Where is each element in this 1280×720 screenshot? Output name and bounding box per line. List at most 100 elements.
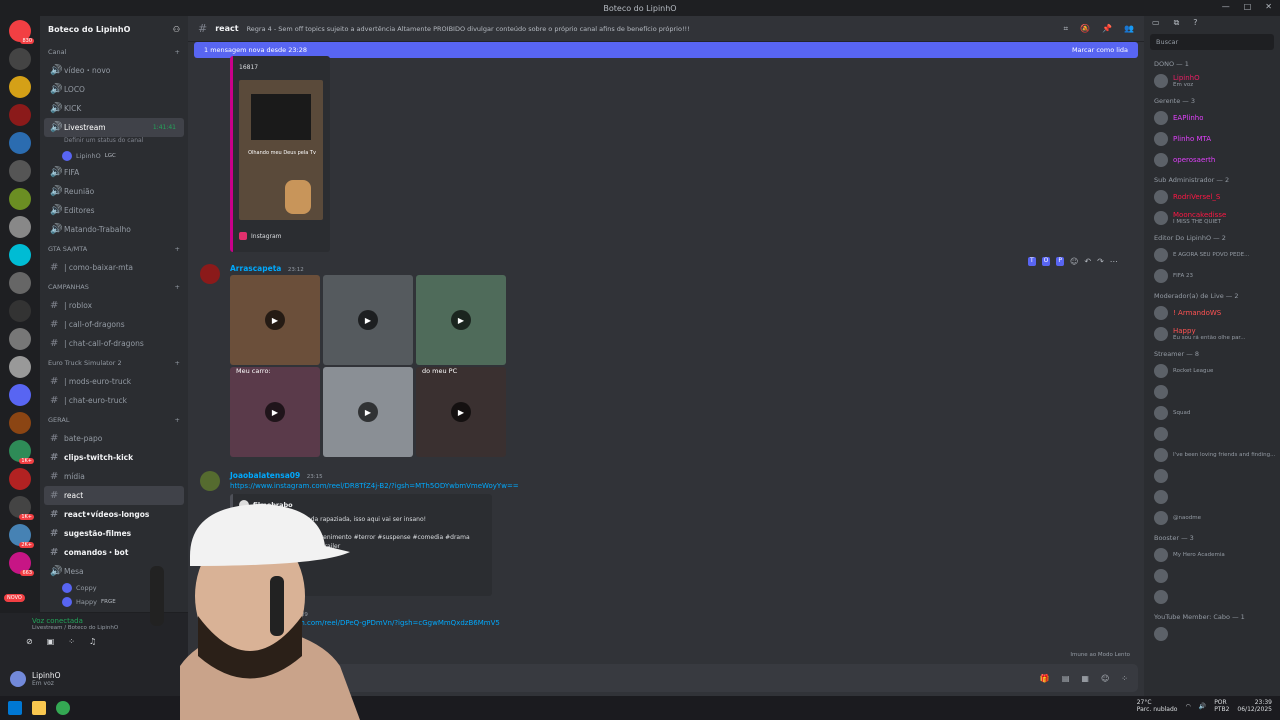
close-icon[interactable]: ✕ [1265,2,1272,11]
activities-icon[interactable]: ⁘ [68,637,75,646]
window-icon[interactable]: ⧉ [1174,18,1180,28]
server-icon[interactable]: 1K+ [9,440,34,464]
minimize-icon[interactable]: — [1222,2,1230,11]
channel-category[interactable]: GERAL + [40,410,188,429]
member-item[interactable]: LipinhO Em voz [1144,70,1280,91]
video-attachment[interactable]: ▶ [323,275,413,365]
members-icon[interactable]: 👥 [1124,24,1134,34]
play-icon[interactable]: ▶ [451,402,471,422]
voice-channel-item[interactable]: 🔊 Matando-Trabalho [40,220,188,239]
member-item[interactable]: My Hero Academia [1144,544,1280,565]
member-group-header[interactable]: DONO — 1 [1144,54,1280,70]
add-channel-icon[interactable]: + [175,245,180,253]
add-channel-icon[interactable]: + [175,359,180,367]
forward-icon[interactable]: ↷ [1097,257,1104,266]
search-input[interactable]: Buscar [1150,34,1274,50]
member-item[interactable]: Happy Eu sou rá então olhe par... [1144,323,1280,344]
embed-image[interactable]: Olhando meu Deus pela Tv [239,80,323,220]
avatar[interactable] [10,671,26,687]
member-item[interactable]: @naodme [1144,507,1280,528]
reply-icon[interactable]: ↶ [1084,257,1091,266]
pin-icon[interactable]: 📌 [1102,24,1112,34]
chrome-icon[interactable] [56,701,70,715]
member-group-header[interactable]: Gerente — 3 [1144,91,1280,107]
play-icon[interactable]: ▶ [358,310,378,330]
text-channel-item[interactable]: # | roblox [40,296,188,315]
text-channel-item[interactable]: # | mods-euro-truck [40,372,188,391]
member-group-header[interactable]: Editor Do LipinhO — 2 [1144,228,1280,244]
channel-category[interactable]: Euro Truck Simulator 2 + [40,353,188,372]
more-icon[interactable]: ⋯ [1110,257,1118,266]
camera-off-icon[interactable]: ⊘ [26,637,33,646]
text-channel-item[interactable]: # | como-baixar-mta [40,258,188,277]
server-icon[interactable] [9,272,31,294]
server-icon[interactable] [9,160,31,182]
notification-icon[interactable]: 🔕 [1080,24,1090,34]
member-group-header[interactable]: Booster — 3 [1144,528,1280,544]
voice-channel-item[interactable]: 🔊 KICK [40,99,188,118]
member-item[interactable] [1144,423,1280,444]
voice-user[interactable]: LipinhO LGC [40,149,188,163]
server-icon[interactable] [9,244,31,266]
member-item[interactable]: EAPlinho [1144,107,1280,128]
sticker-icon[interactable]: ▦ [1081,674,1089,683]
member-group-header[interactable]: Moderador(a) de Live — 2 [1144,286,1280,302]
reaction-t-icon[interactable]: T [1028,257,1036,266]
server-icon[interactable] [9,412,31,434]
reaction-p-icon[interactable]: P [1056,257,1065,266]
clock[interactable]: 23:39 06/12/2025 [1237,699,1272,713]
threads-icon[interactable]: ⌗ [1064,24,1069,34]
play-icon[interactable]: ▶ [451,310,471,330]
member-item[interactable] [1144,465,1280,486]
new-messages-bar[interactable]: 1 mensagem nova desde 23:28 Marcar como … [194,42,1138,58]
server-icon[interactable] [9,300,31,322]
voice-channel-item[interactable]: 🔊 LOCO [40,80,188,99]
volume-icon[interactable]: 🔊 [1199,703,1206,710]
video-attachment[interactable]: Meu carro: ▶ [230,367,320,457]
voice-channel-item[interactable]: 🔊 Editores [40,201,188,220]
member-item[interactable]: FIFA 23 [1144,265,1280,286]
voice-channel-item[interactable]: 🔊 Reunião [40,182,188,201]
text-channel-item[interactable]: # | chat-call-of-dragons [40,334,188,353]
member-item[interactable]: Plinho MTA [1144,128,1280,149]
member-item[interactable]: RodriVersel_S [1144,186,1280,207]
server-icon[interactable] [9,132,31,154]
play-icon[interactable]: ▶ [265,310,285,330]
server-icon[interactable]: 830 [9,20,34,44]
member-item[interactable] [1144,381,1280,402]
server-icon[interactable] [9,328,31,350]
video-attachment[interactable]: do meu PC ▶ [416,367,506,457]
server-icon[interactable] [9,76,31,98]
windows-start-icon[interactable] [8,701,22,715]
member-group-header[interactable]: Streamer — 8 [1144,344,1280,360]
member-item[interactable]: ! ArmandoWS [1144,302,1280,323]
message-author[interactable]: Arrascapeta [230,264,281,273]
member-item[interactable]: E AGORA SEU POVO PEDE... [1144,244,1280,265]
language[interactable]: POR PTB2 [1214,699,1229,713]
play-icon[interactable]: ▶ [358,402,378,422]
member-item[interactable]: Rocket League [1144,360,1280,381]
member-item[interactable] [1144,565,1280,586]
server-icon[interactable]: 2K+ [9,524,34,548]
maximize-icon[interactable]: □ [1244,2,1252,11]
gift-icon[interactable]: 🎁 [1040,674,1050,683]
apps-icon[interactable]: ⁘ [1121,674,1128,683]
server-header[interactable]: Boteco do LipinhO ⚇ [40,16,188,42]
member-item[interactable] [1144,586,1280,607]
server-icon[interactable] [9,188,31,210]
message-author[interactable]: Joaobalatensa09 [230,471,300,480]
channel-status[interactable]: Definir um status do canal [40,137,188,149]
gif-icon[interactable]: ▤ [1062,674,1070,683]
mark-read-button[interactable]: Marcar como lida [1072,46,1128,54]
avatar[interactable] [200,264,220,284]
server-icon[interactable] [9,104,31,126]
member-group-header[interactable]: YouTube Member: Cabo — 1 [1144,607,1280,623]
voice-channel-item[interactable]: 🔊 Livestream 1:41:41 [44,118,184,137]
server-icon[interactable]: 663 [9,552,34,576]
channel-topic[interactable]: Regra 4 - Sem off topics sujeito a adver… [247,25,1056,33]
server-icon[interactable] [9,384,31,406]
server-icon[interactable] [9,216,31,238]
text-channel-item[interactable]: # | chat-euro-truck [40,391,188,410]
member-item[interactable] [1144,623,1280,644]
video-attachment[interactable]: ▶ [230,275,320,365]
